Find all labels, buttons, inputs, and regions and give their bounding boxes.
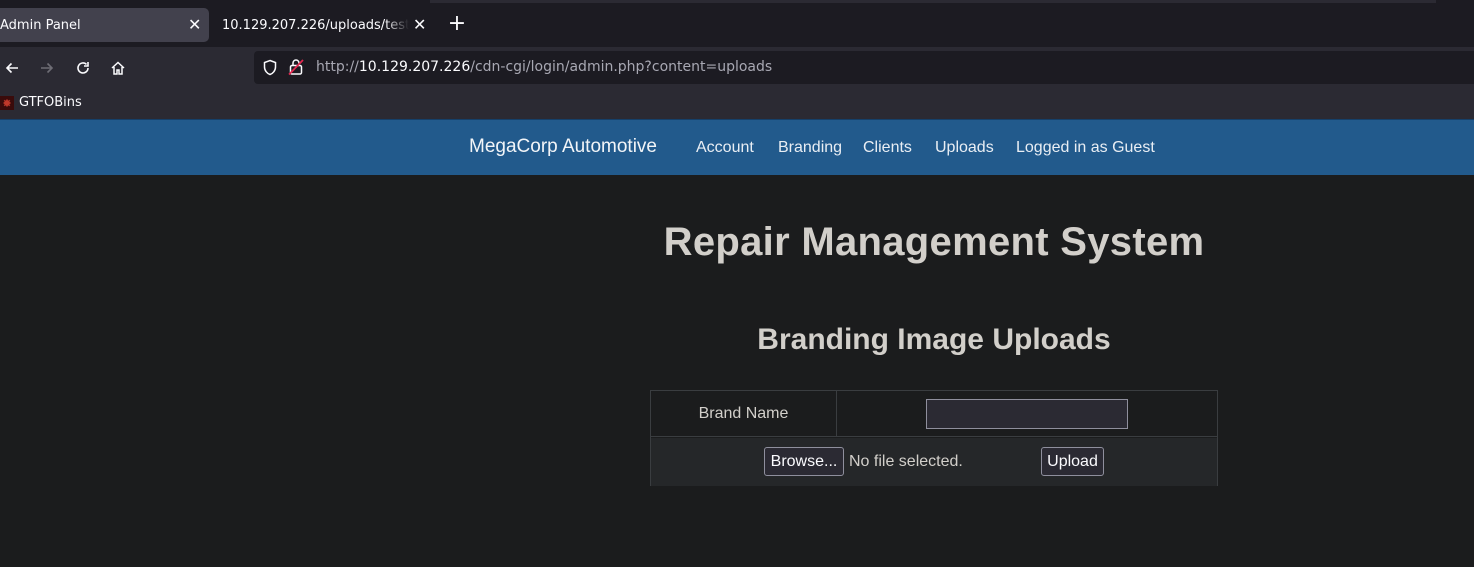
- forward-arrow-icon[interactable]: [35, 56, 59, 80]
- tab-admin-panel[interactable]: Admin Panel ✕: [0, 8, 209, 42]
- nav-link-logged-in-user[interactable]: Logged in as Guest: [1016, 139, 1155, 157]
- site-brand[interactable]: MegaCorp Automotive: [469, 136, 657, 158]
- gtfobins-favicon-icon: [0, 95, 14, 110]
- bookmark-gtfobins[interactable]: GTFOBins: [0, 95, 82, 110]
- new-tab-plus-icon[interactable]: +: [446, 13, 468, 37]
- close-icon[interactable]: ✕: [413, 17, 426, 33]
- nav-link-branding[interactable]: Branding: [778, 139, 842, 157]
- url-host: 10.129.207.226: [358, 59, 471, 75]
- tab-strip-edge: [430, 0, 1436, 3]
- page-content: Repair Management System Branding Image …: [0, 175, 1474, 567]
- insecure-lock-icon[interactable]: [288, 58, 304, 80]
- brand-name-row: Brand Name: [651, 391, 1217, 437]
- page-title: Repair Management System: [663, 220, 1205, 264]
- url-scheme: http://: [316, 59, 359, 75]
- upload-button[interactable]: Upload: [1041, 447, 1104, 476]
- tab-uploads-test[interactable]: 10.129.207.226/uploads/test.php ✕: [209, 8, 431, 42]
- site-navbar: MegaCorp Automotive Account Branding Cli…: [0, 119, 1474, 175]
- nav-link-uploads[interactable]: Uploads: [935, 139, 994, 157]
- tab-label: 10.129.207.226/uploads/test.php: [222, 17, 409, 33]
- reload-icon[interactable]: [71, 56, 95, 80]
- close-icon[interactable]: ✕: [188, 17, 201, 33]
- nav-link-clients[interactable]: Clients: [863, 139, 912, 157]
- brand-name-label: Brand Name: [651, 391, 837, 437]
- address-bar[interactable]: http://10.129.207.226/cdn-cgi/login/admi…: [254, 51, 1474, 84]
- bookmarks-toolbar: GTFOBins: [0, 89, 1474, 119]
- url-path: /cdn-cgi/login/admin.php?content=uploads: [470, 59, 773, 75]
- brand-name-input[interactable]: [926, 399, 1128, 429]
- section-title: Branding Image Uploads: [757, 323, 1111, 356]
- tab-label: Admin Panel: [0, 17, 81, 33]
- file-upload-row: Browse... No file selected. Upload: [651, 438, 1217, 486]
- tab-strip: Admin Panel ✕ 10.129.207.226/uploads/tes…: [0, 0, 1474, 47]
- navigation-toolbar: http://10.129.207.226/cdn-cgi/login/admi…: [0, 47, 1474, 89]
- browse-button[interactable]: Browse...: [764, 447, 844, 476]
- file-status-text: No file selected.: [849, 453, 963, 470]
- back-arrow-icon[interactable]: [0, 56, 24, 80]
- url-text: http://10.129.207.226/cdn-cgi/login/admi…: [316, 59, 772, 75]
- bookmark-label: GTFOBins: [19, 95, 82, 110]
- home-icon[interactable]: [106, 56, 130, 80]
- upload-form-table: Brand Name Browse... No file selected. U…: [650, 390, 1218, 486]
- nav-link-account[interactable]: Account: [696, 139, 754, 157]
- shield-icon[interactable]: [262, 59, 278, 80]
